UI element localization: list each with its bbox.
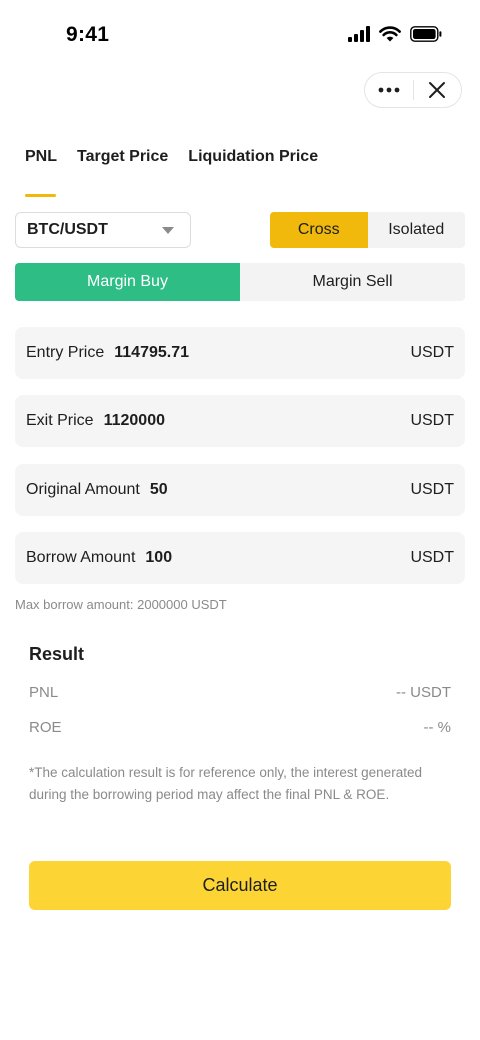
tab-target-price[interactable]: Target Price — [77, 148, 168, 172]
result-roe-value: -- % — [423, 719, 452, 736]
margin-mode-toggle: Cross Isolated — [270, 212, 465, 248]
result-roe-label: ROE — [29, 719, 62, 736]
original-amount-field[interactable]: Original Amount 50 USDT — [15, 464, 465, 516]
entry-price-unit: USDT — [410, 344, 454, 361]
result-title: Result — [29, 644, 85, 664]
original-amount-value[interactable]: 50 — [150, 481, 168, 499]
wifi-icon — [379, 26, 401, 42]
cross-button[interactable]: Cross — [270, 212, 368, 248]
exit-price-value[interactable]: 1120000 — [104, 412, 165, 430]
exit-price-label: Exit Price — [26, 412, 94, 429]
mini-program-capsule — [364, 72, 462, 108]
disclaimer-note: *The calculation result is for reference… — [29, 765, 422, 802]
close-icon — [429, 82, 446, 98]
exit-price-field[interactable]: Exit Price 1120000 USDT — [15, 395, 465, 447]
calculator-tabs: PNL Target Price Liquidation Price — [25, 148, 318, 197]
tab-pnl[interactable]: PNL — [25, 148, 57, 197]
caret-down-icon — [162, 226, 174, 234]
entry-price-value[interactable]: 114795.71 — [114, 344, 189, 362]
margin-sell-button[interactable]: Margin Sell — [240, 263, 465, 301]
entry-price-field[interactable]: Entry Price 114795.71 USDT — [15, 327, 465, 379]
result-pnl-label: PNL — [29, 684, 59, 701]
pair-value: BTC/USDT — [27, 221, 108, 238]
borrow-amount-field[interactable]: Borrow Amount 100 USDT — [15, 532, 465, 584]
side-toggle: Margin Buy Margin Sell — [15, 263, 465, 301]
original-amount-unit: USDT — [410, 481, 454, 498]
pair-select[interactable]: BTC/USDT — [15, 212, 191, 248]
calculate-button[interactable]: Calculate — [29, 861, 451, 910]
more-dots-icon — [378, 87, 400, 93]
borrow-amount-unit: USDT — [410, 549, 454, 566]
result-roe-row: ROE -- % — [29, 719, 451, 736]
result-pnl-row: PNL -- USDT — [29, 684, 451, 701]
status-icons — [348, 26, 442, 42]
original-amount-label: Original Amount — [26, 481, 140, 498]
borrow-amount-value[interactable]: 100 — [145, 549, 172, 567]
more-button[interactable] — [365, 73, 413, 107]
exit-price-unit: USDT — [410, 412, 454, 429]
isolated-button[interactable]: Isolated — [367, 212, 465, 248]
tab-liquidation-price[interactable]: Liquidation Price — [188, 148, 318, 172]
status-time: 9:41 — [66, 23, 110, 46]
cellular-signal-icon — [348, 26, 370, 42]
status-bar: 9:41 — [0, 0, 480, 72]
close-button[interactable] — [413, 73, 461, 107]
margin-buy-button[interactable]: Margin Buy — [15, 263, 240, 301]
battery-icon — [410, 26, 442, 42]
entry-price-label: Entry Price — [26, 344, 105, 361]
borrow-amount-label: Borrow Amount — [26, 549, 136, 566]
max-borrow-hint: Max borrow amount: 2000000 USDT — [15, 597, 227, 612]
result-pnl-value: -- USDT — [396, 684, 451, 701]
